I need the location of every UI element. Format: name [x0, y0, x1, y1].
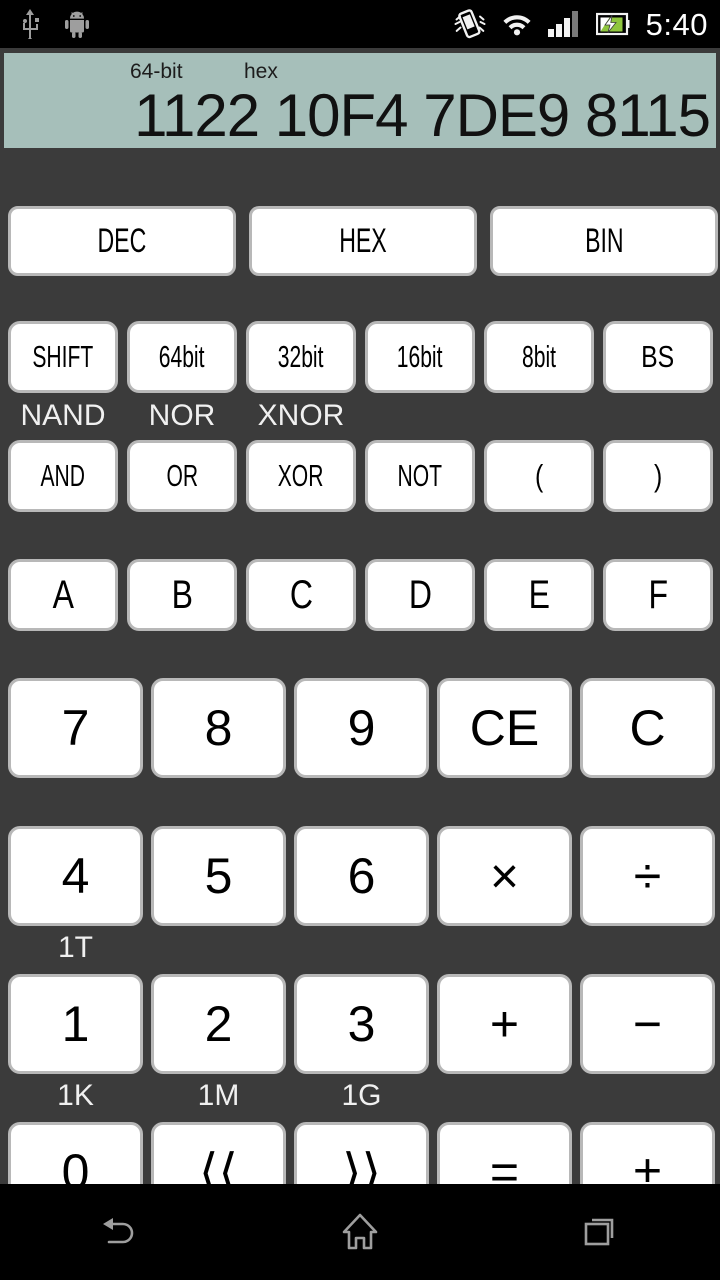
- key-label: DEC: [97, 221, 147, 260]
- secondary-label: NAND: [20, 399, 106, 432]
- status-bar-right-icons: 5:40: [438, 9, 708, 40]
- digit-2-key[interactable]: 2: [151, 974, 286, 1074]
- key-label: +: [489, 996, 520, 1052]
- key-label: (: [534, 458, 544, 493]
- status-clock: 5:40: [645, 6, 708, 42]
- secondary-label: XNOR: [257, 399, 345, 432]
- secondary-label: 1K: [57, 1079, 94, 1112]
- hex-e-key[interactable]: E: [484, 559, 594, 631]
- xor-key[interactable]: XOR: [246, 440, 356, 512]
- base-hex-button[interactable]: HEX: [249, 206, 477, 276]
- key-label: 2: [204, 996, 233, 1052]
- bits-32-key[interactable]: 32bit: [246, 321, 356, 393]
- key-label: HEX: [339, 221, 387, 260]
- digit-7-key[interactable]: 7: [8, 678, 143, 778]
- hex-f-key[interactable]: F: [603, 559, 713, 631]
- calculator-display[interactable]: 64-bit hex 1122 10F4 7DE9 8115: [4, 53, 716, 148]
- calculator-panel: 64-bit hex 1122 10F4 7DE9 8115 DEC HEX BIN…: [0, 48, 720, 1222]
- nav-home-button[interactable]: [240, 1184, 480, 1280]
- bits-16-key[interactable]: 16bit: [365, 321, 475, 393]
- key-label: C: [289, 572, 313, 617]
- key-label: 16bit: [397, 339, 443, 374]
- key-label: SHIFT: [32, 339, 94, 374]
- multiply-key[interactable]: ×: [437, 826, 572, 926]
- key-label: ×: [489, 848, 520, 904]
- backspace-key[interactable]: BS: [603, 321, 713, 393]
- key-label: 32bit: [278, 339, 324, 374]
- android-nav-bar: [0, 1184, 720, 1280]
- secondary-label: NOR: [148, 399, 216, 432]
- clear-entry-key[interactable]: CE: [437, 678, 572, 778]
- key-label: BS: [641, 339, 675, 374]
- key-label: F: [648, 572, 668, 617]
- key-label: B: [171, 572, 193, 617]
- key-label: ÷: [633, 848, 662, 904]
- clear-key[interactable]: C: [580, 678, 715, 778]
- key-label: E: [528, 572, 550, 617]
- android-robot-icon: [64, 10, 90, 38]
- usb-icon: [18, 9, 42, 39]
- shift-key[interactable]: SHIFT: [8, 321, 118, 393]
- divide-key[interactable]: ÷: [580, 826, 715, 926]
- key-label: NOT: [397, 458, 443, 493]
- key-label: 5: [204, 848, 233, 904]
- key-label: 7: [61, 700, 90, 756]
- digit-3-key[interactable]: 3: [294, 974, 429, 1074]
- digit-1-key[interactable]: 1: [8, 974, 143, 1074]
- hex-b-key[interactable]: B: [127, 559, 237, 631]
- secondary-label: 1T: [57, 931, 93, 964]
- nav-back-button[interactable]: [0, 1184, 240, 1280]
- hex-d-key[interactable]: D: [365, 559, 475, 631]
- key-label: XOR: [278, 458, 324, 493]
- nav-recents-button[interactable]: [480, 1184, 720, 1280]
- key-label: BIN: [584, 221, 624, 260]
- key-label: C: [629, 700, 666, 756]
- not-key[interactable]: NOT: [365, 440, 475, 512]
- cellular-signal-icon: [547, 11, 580, 37]
- status-bar: 5:40: [0, 0, 720, 48]
- status-bar-left-icons: [18, 9, 112, 39]
- key-label: −: [632, 996, 663, 1052]
- display-value: 1122 10F4 7DE9 8115: [134, 82, 711, 148]
- key-label: CE: [469, 700, 540, 756]
- and-key[interactable]: AND: [8, 440, 118, 512]
- vibrate-icon: [454, 9, 486, 39]
- digit-5-key[interactable]: 5: [151, 826, 286, 926]
- digit-9-key[interactable]: 9: [294, 678, 429, 778]
- base-dec-button[interactable]: DEC: [8, 206, 236, 276]
- key-label: 8bit: [521, 339, 556, 374]
- base-bin-button[interactable]: BIN: [490, 206, 718, 276]
- add-key[interactable]: +: [437, 974, 572, 1074]
- hex-c-key[interactable]: C: [246, 559, 356, 631]
- hex-a-key[interactable]: A: [8, 559, 118, 631]
- secondary-label: 1G: [341, 1079, 382, 1112]
- key-label: 9: [347, 700, 376, 756]
- key-label: D: [408, 572, 432, 617]
- key-label: AND: [40, 458, 86, 493]
- digit-6-key[interactable]: 6: [294, 826, 429, 926]
- key-label: 4: [61, 848, 90, 904]
- digit-4-key[interactable]: 4: [8, 826, 143, 926]
- key-label: OR: [166, 458, 198, 493]
- bits-8-key[interactable]: 8bit: [484, 321, 594, 393]
- key-label: 8: [204, 700, 233, 756]
- bits-64-key[interactable]: 64bit: [127, 321, 237, 393]
- wifi-icon: [502, 12, 532, 36]
- subtract-key[interactable]: −: [580, 974, 715, 1074]
- or-key[interactable]: OR: [127, 440, 237, 512]
- paren-close-key[interactable]: ): [603, 440, 713, 512]
- key-label: 3: [347, 996, 376, 1052]
- key-label: 6: [347, 848, 376, 904]
- key-label: 1: [61, 996, 90, 1052]
- battery-charging-icon: [595, 12, 630, 36]
- digit-8-key[interactable]: 8: [151, 678, 286, 778]
- key-label: A: [52, 572, 74, 617]
- secondary-label: 1M: [197, 1079, 240, 1112]
- key-label: ): [653, 458, 663, 493]
- paren-open-key[interactable]: (: [484, 440, 594, 512]
- key-label: 64bit: [159, 339, 205, 374]
